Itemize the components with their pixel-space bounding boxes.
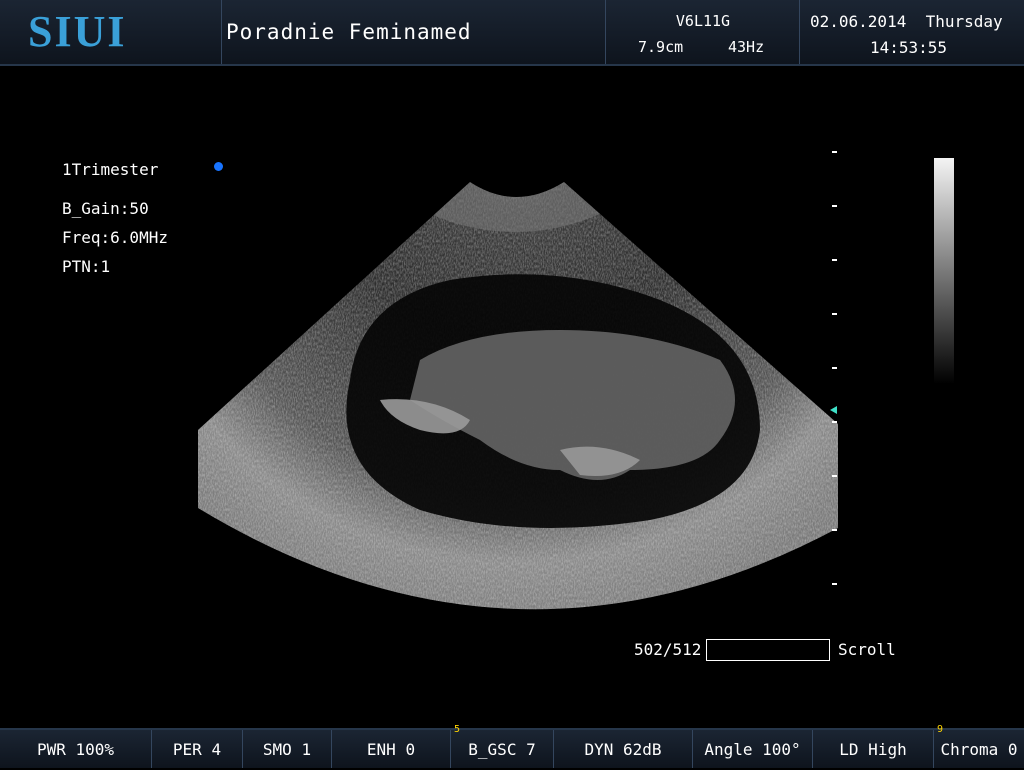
status-dot-icon (214, 162, 223, 171)
knob-number: 5 (454, 724, 461, 735)
depth-tick (832, 259, 837, 261)
depth-tick (832, 151, 837, 153)
cine-frame-counter: 502/512 (634, 640, 702, 659)
frequency-label: Freq:6.0MHz (62, 228, 168, 247)
param-gsc[interactable]: 5 B_GSC 7 (451, 724, 554, 768)
depth-tick (832, 205, 837, 207)
param-enh[interactable]: ENH 0 (332, 730, 451, 768)
param-gsc-label: B_GSC 7 (468, 740, 536, 759)
scroll-label: Scroll (838, 640, 896, 659)
depth-tick (832, 421, 837, 423)
grayscale-bar (934, 158, 954, 384)
param-chroma-label: Chroma 0 (940, 740, 1018, 759)
param-chroma[interactable]: 9 Chroma 0 (934, 724, 1024, 768)
cine-scroll-bar[interactable] (706, 639, 830, 661)
depth-tick (832, 367, 837, 369)
bottom-parameter-bar: PWR 100% PER 4 SMO 1 ENH 0 5 B_GSC 7 DYN… (0, 724, 1024, 768)
ptn-label: PTN:1 (62, 257, 111, 276)
focus-marker-icon (830, 406, 837, 414)
depth-tick (832, 475, 837, 477)
depth-tick (832, 313, 837, 315)
param-ld[interactable]: LD High (813, 730, 934, 768)
depth-tick (832, 529, 837, 531)
param-dyn[interactable]: DYN 62dB (554, 730, 693, 768)
depth-tick (832, 583, 837, 585)
gain-label: B_Gain:50 (62, 199, 149, 218)
param-pwr[interactable]: PWR 100% (0, 730, 152, 768)
param-angle[interactable]: Angle 100° (693, 730, 813, 768)
param-smo[interactable]: SMO 1 (243, 730, 332, 768)
preset-label: 1Trimester (62, 160, 159, 179)
param-per[interactable]: PER 4 (152, 730, 243, 768)
knob-number: 9 (937, 724, 944, 735)
